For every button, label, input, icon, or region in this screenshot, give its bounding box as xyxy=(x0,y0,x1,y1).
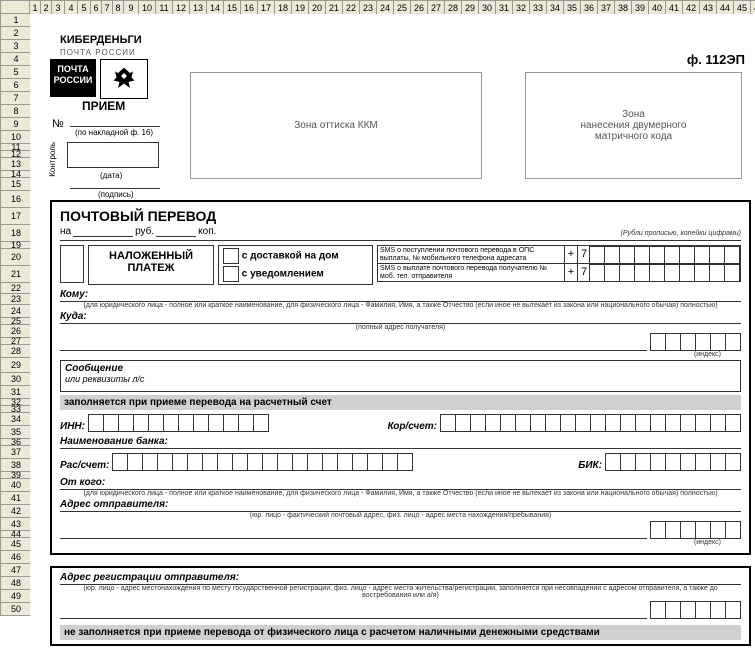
rub-label: руб. xyxy=(135,226,154,237)
komu-note: (для юридического лица - полное или крат… xyxy=(60,302,741,309)
brand-title: КИБЕРДЕНЬГИ xyxy=(60,34,142,46)
index-label-2: (индекс) xyxy=(60,539,741,546)
delivery-label: с доставкой на дом xyxy=(242,251,339,262)
date-label: (дата) xyxy=(100,171,122,180)
spreadsheet-grid: 1234567891011121314151617181920212223242… xyxy=(0,0,755,649)
matrix-code-zone: Зона нанесения двумерного матричного код… xyxy=(525,72,742,179)
gray-header-2: не заполняется при приеме перевода от фи… xyxy=(60,625,741,640)
worksheet: КИБЕРДЕНЬГИ ПОЧТА РОССИИ ПОЧТА РОССИИ ПР… xyxy=(30,14,755,649)
kuda-note: (полный адрес получателя) xyxy=(60,324,741,331)
plus1: + xyxy=(564,246,577,263)
index-cells-3[interactable] xyxy=(651,601,741,619)
sms2-cells[interactable] xyxy=(590,264,740,282)
rub-note: (Рубли прописью, копейки цифрами) xyxy=(621,230,741,237)
eagle-logo xyxy=(100,59,148,99)
delivery-checkbox[interactable] xyxy=(223,248,239,264)
main-frame: ПОЧТОВЫЙ ПЕРЕВОД на руб. коп. (Рубли про… xyxy=(50,200,751,555)
kkm-zone: Зона оттиска ККМ xyxy=(190,72,482,179)
sms1-cells[interactable] xyxy=(590,246,740,264)
control-label: Контроль xyxy=(48,142,57,177)
adr-reg-label: Адрес регистрации отправителя: xyxy=(60,572,239,583)
number-symbol: № xyxy=(52,118,64,130)
otkogo-label: От кого: xyxy=(60,477,105,488)
bank-label: Наименование банка: xyxy=(60,436,168,447)
brand-subtitle: ПОЧТА РОССИИ xyxy=(60,48,136,57)
gray-header-1: заполняется при приеме перевода на расче… xyxy=(60,395,741,410)
kop-label: коп. xyxy=(198,226,216,237)
priem-label: ПРИЕМ xyxy=(82,99,125,113)
adr-reg-line2[interactable] xyxy=(60,617,647,619)
signature-line xyxy=(70,188,160,189)
signature-label: (подпись) xyxy=(98,190,134,199)
nalozh-label: НАЛОЖЕННЫЙ ПЛАТЕЖ xyxy=(88,245,214,285)
bank-line[interactable] xyxy=(60,447,741,449)
adr-send-note: (юр. лицо - фактический почтовый адрес, … xyxy=(60,512,741,519)
adr-send-label: Адрес отправителя: xyxy=(60,499,168,510)
ras-label: Рас/счет: xyxy=(60,460,109,471)
bik-cells[interactable] xyxy=(606,453,741,471)
index-cells-1[interactable] xyxy=(651,333,741,351)
kor-label: Кор/счет: xyxy=(387,421,437,432)
amount-words-line[interactable] xyxy=(60,239,741,241)
ras-cells[interactable] xyxy=(113,453,413,471)
kop-field[interactable] xyxy=(156,235,196,237)
nalozh-checkbox[interactable] xyxy=(60,245,84,283)
sms1-label: SMS о поступлении почтового перевода в О… xyxy=(378,247,564,263)
eagle-icon xyxy=(109,64,139,94)
adr-send-line2[interactable] xyxy=(60,537,647,539)
notify-checkbox[interactable] xyxy=(223,266,239,282)
otkogo-note: (для юридического лица - полное или крат… xyxy=(60,490,741,497)
pochta-logo: ПОЧТА РОССИИ xyxy=(50,59,96,97)
bik-label: БИК: xyxy=(578,460,602,471)
komu-label: Кому: xyxy=(60,289,88,300)
inn-cells[interactable] xyxy=(89,414,269,432)
index-cells-2[interactable] xyxy=(651,521,741,539)
msg-label: Сообщение xyxy=(65,363,123,374)
na-label: на xyxy=(60,226,71,237)
kuda-line2[interactable] xyxy=(60,349,647,351)
notify-label: с уведомлением xyxy=(242,269,324,280)
corner-cell[interactable] xyxy=(0,0,30,14)
transfer-title: ПОЧТОВЫЙ ПЕРЕВОД xyxy=(60,208,741,224)
index-label-1: (индекс) xyxy=(60,351,741,358)
plus2: + xyxy=(564,264,577,281)
kor-cells[interactable] xyxy=(441,414,741,432)
msg-sub: или реквизиты л/с xyxy=(65,374,144,384)
adr-reg-note: (юр. лицо - адрес местонахождения по мес… xyxy=(60,585,741,599)
registration-frame: Адрес регистрации отправителя: (юр. лицо… xyxy=(50,566,751,646)
rub-field[interactable] xyxy=(73,235,133,237)
row-headers[interactable]: 1234567891011121314151617181920212223242… xyxy=(0,14,32,616)
number-note: (по накладной ф. 16) xyxy=(75,128,153,137)
inn-label: ИНН: xyxy=(60,421,85,432)
date-box[interactable] xyxy=(67,142,159,168)
kuda-label: Куда: xyxy=(60,311,87,322)
sms2-label: SMS о выплате почтового перевода получат… xyxy=(378,265,564,281)
number-line xyxy=(70,126,160,127)
form-code: ф. 112ЭП xyxy=(687,52,745,67)
